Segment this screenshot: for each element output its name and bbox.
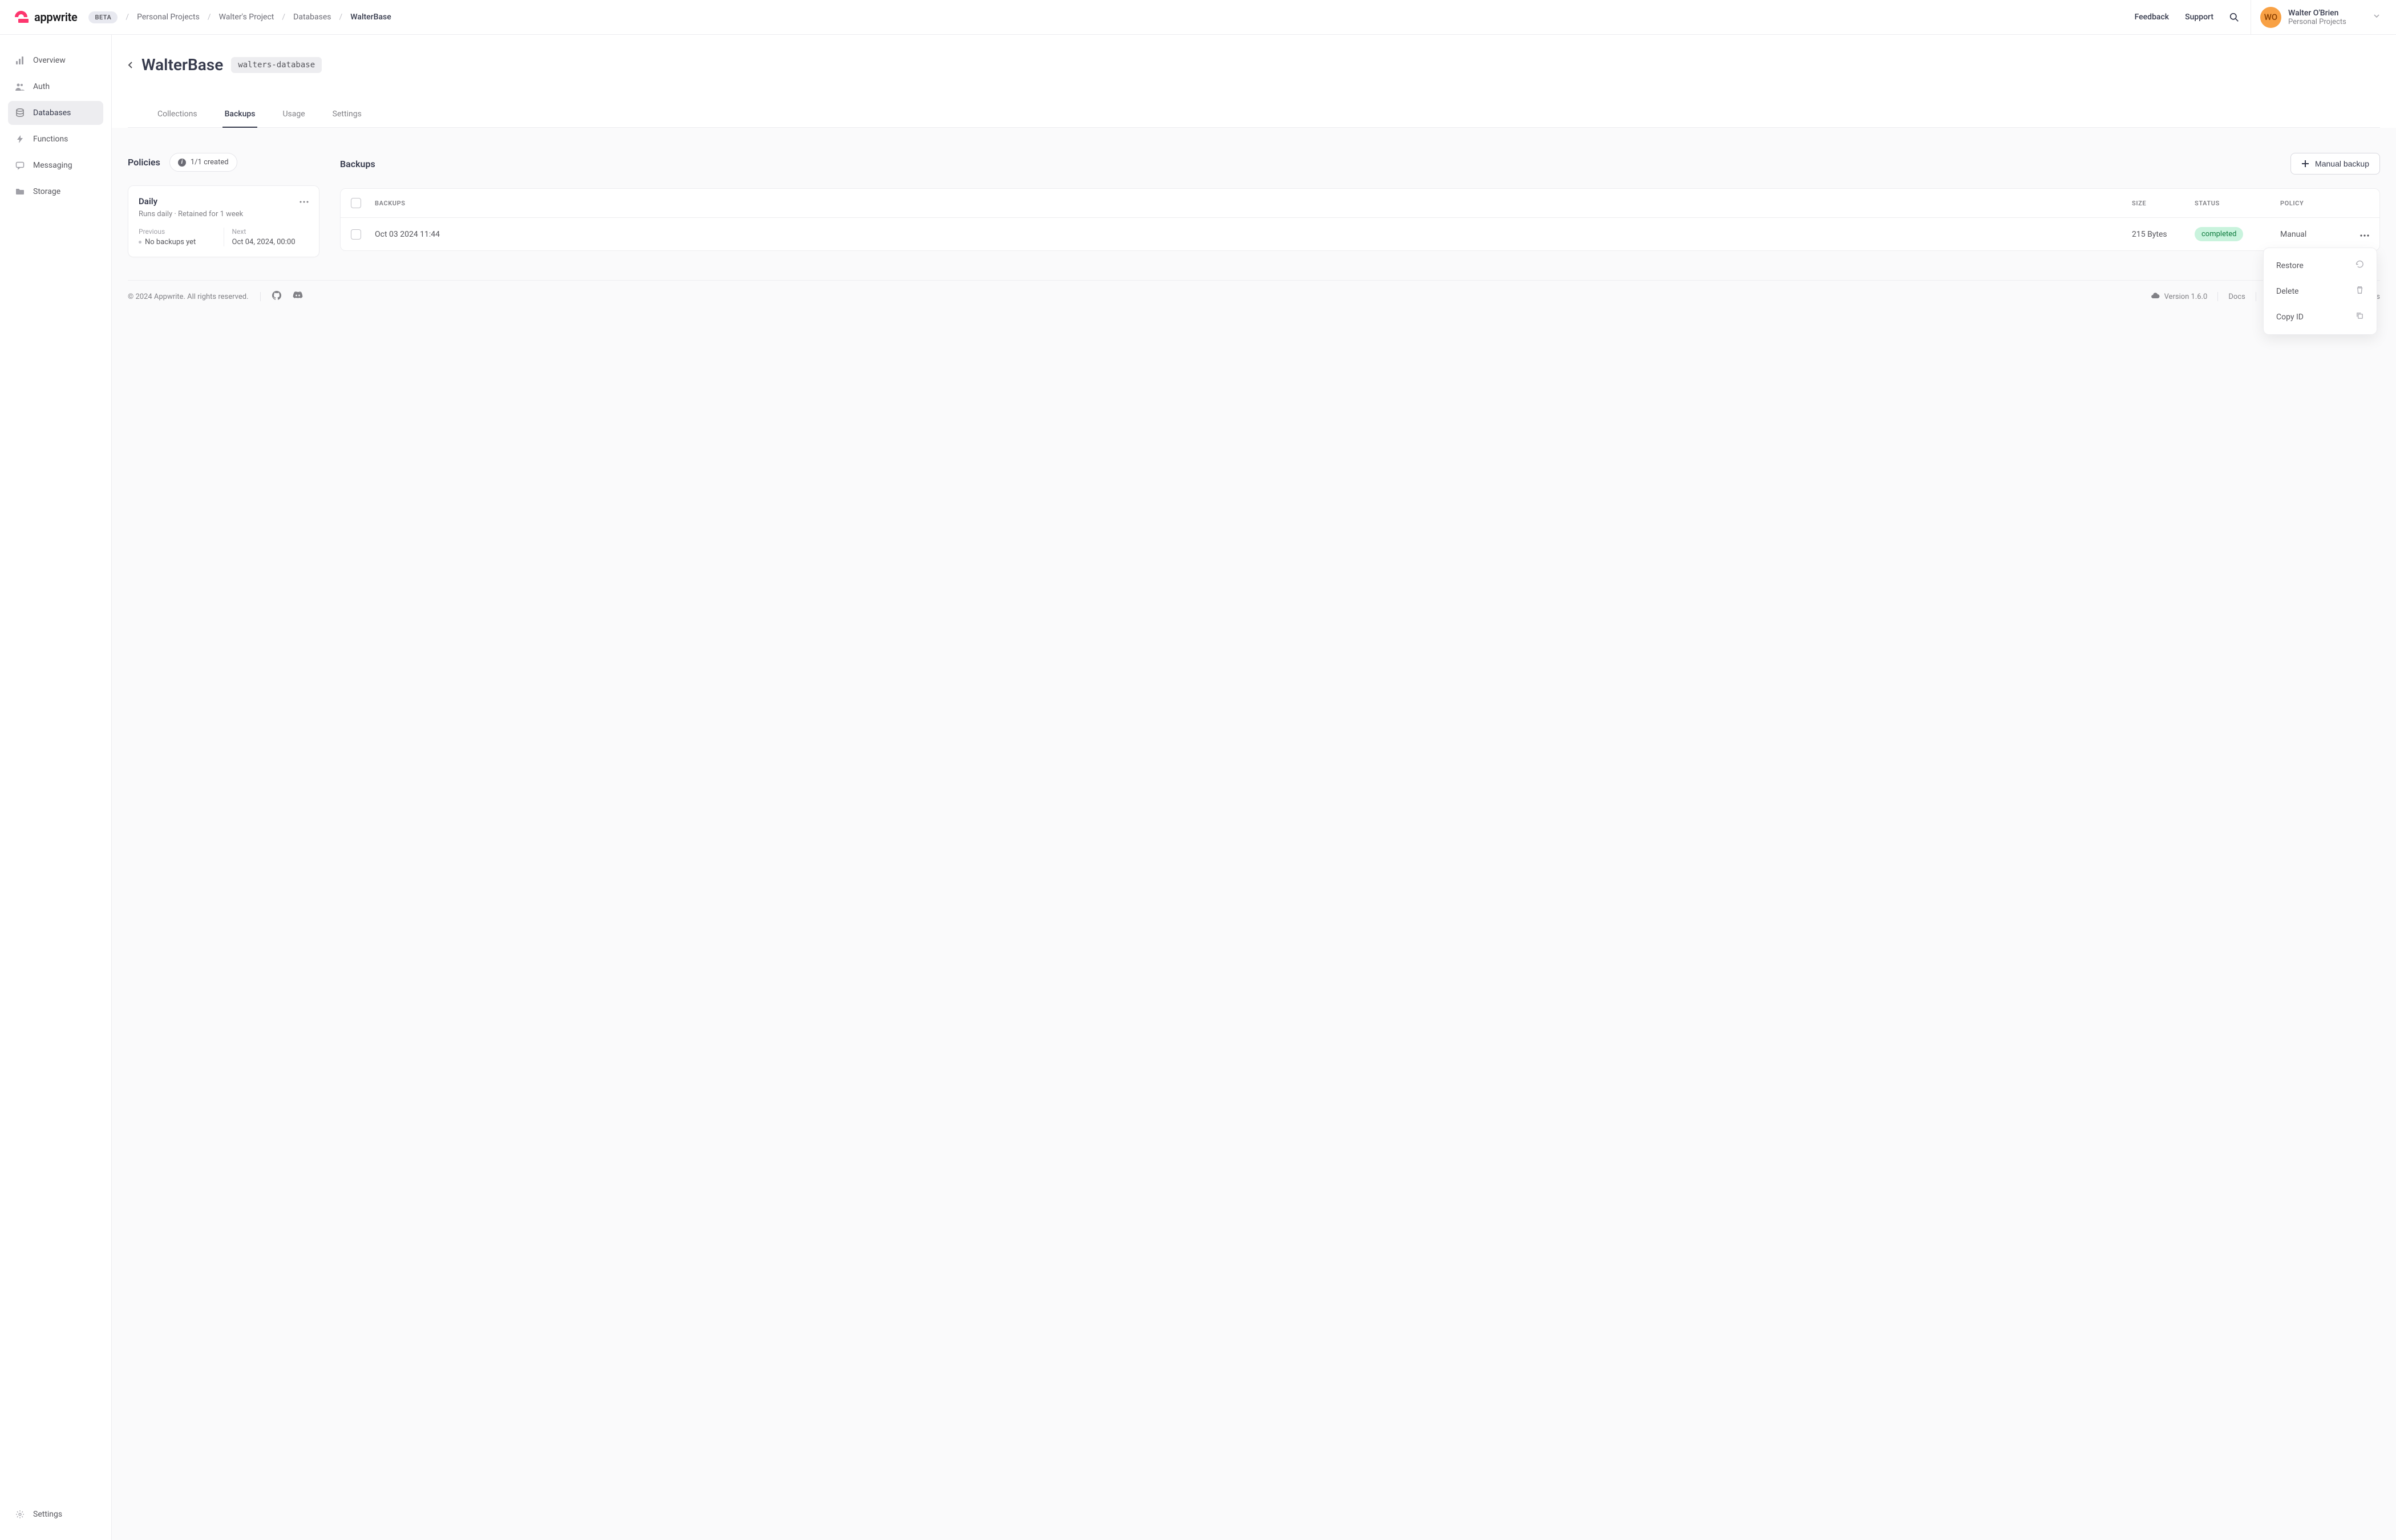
backup-policy: Manual (2280, 230, 2349, 239)
main-content: WalterBase walters-database Collections … (112, 35, 2396, 1540)
status-dot-icon (139, 241, 141, 244)
policy-card: Daily Runs daily · Retained for 1 week P… (128, 185, 319, 257)
backup-date: Oct 03 2024 11:44 (375, 230, 2132, 239)
cloud-icon (2151, 292, 2160, 301)
brand-name: appwrite (34, 10, 77, 24)
backups-title: Backups (340, 159, 375, 169)
feedback-link[interactable]: Feedback (2135, 13, 2169, 22)
size-col-header: SIZE (2132, 200, 2195, 207)
folder-icon (15, 187, 25, 197)
menu-restore-label: Restore (2276, 261, 2304, 270)
logo[interactable]: appwrite (14, 10, 77, 24)
support-link[interactable]: Support (2185, 13, 2213, 22)
user-menu[interactable]: WO Walter O'Brien Personal Projects (2251, 7, 2382, 28)
policy-next-value: Oct 04, 2024, 00:00 (232, 238, 309, 246)
breadcrumb: / Personal Projects / Walter's Project /… (126, 13, 2134, 22)
select-all-checkbox[interactable] (351, 198, 361, 208)
info-icon: i (178, 159, 186, 167)
menu-item-delete[interactable]: Delete (2268, 278, 2372, 304)
menu-delete-label: Delete (2276, 287, 2298, 296)
policies-title: Policies (128, 157, 160, 168)
row-actions-menu: Restore Delete Copy ID (2263, 248, 2377, 335)
policy-col-header: POLICY (2280, 200, 2349, 207)
copyright: © 2024 Appwrite. All rights reserved. (128, 293, 249, 301)
sidebar-item-label: Functions (33, 135, 68, 144)
sidebar-item-label: Storage (33, 187, 60, 196)
database-icon (15, 108, 25, 118)
breadcrumb-org[interactable]: Personal Projects (137, 13, 200, 22)
footer-docs-link[interactable]: Docs (2228, 293, 2245, 301)
github-icon[interactable] (272, 291, 281, 302)
trash-icon (2355, 286, 2364, 297)
breadcrumb-current: WalterBase (350, 13, 391, 22)
policy-prev-value: No backups yet (145, 238, 196, 246)
beta-badge: BETA (88, 11, 118, 23)
row-checkbox[interactable] (351, 229, 361, 240)
user-org: Personal Projects (2288, 18, 2346, 26)
policy-name: Daily (139, 196, 243, 206)
footer: © 2024 Appwrite. All rights reserved. Ve… (128, 280, 2380, 313)
sidebar-item-messaging[interactable]: Messaging (8, 153, 103, 177)
manual-backup-label: Manual backup (2315, 159, 2369, 168)
tab-backups[interactable]: Backups (222, 102, 258, 128)
policy-description: Runs daily · Retained for 1 week (139, 210, 243, 218)
sidebar-item-label: Settings (33, 1510, 62, 1519)
bolt-icon (15, 134, 25, 144)
breadcrumb-separator: / (339, 13, 343, 22)
users-icon (15, 82, 25, 92)
breadcrumb-separator: / (208, 13, 211, 22)
breadcrumb-project[interactable]: Walter's Project (219, 13, 274, 22)
plus-icon (2301, 160, 2309, 168)
back-button[interactable] (128, 61, 133, 69)
menu-item-copy-id[interactable]: Copy ID (2268, 304, 2372, 330)
sidebar-item-storage[interactable]: Storage (8, 180, 103, 204)
sidebar-item-label: Auth (33, 82, 50, 91)
table-row[interactable]: Oct 03 2024 11:44 215 Bytes completed Ma… (341, 218, 2379, 250)
copy-icon (2355, 311, 2364, 322)
sidebar-item-databases[interactable]: Databases (8, 101, 103, 125)
version-label: Version 1.6.0 (2164, 293, 2208, 301)
sidebar-item-settings[interactable]: Settings (8, 1502, 103, 1526)
sidebar: Overview Auth Databases Functions Messag… (0, 35, 112, 1540)
backups-col-header: BACKUPS (375, 200, 2132, 207)
sidebar-item-label: Overview (33, 56, 66, 65)
policies-count-pill: i 1/1 created (169, 153, 237, 172)
sidebar-item-auth[interactable]: Auth (8, 75, 103, 99)
chevron-down-icon (2373, 13, 2380, 22)
breadcrumb-separator: / (126, 13, 129, 22)
tab-settings[interactable]: Settings (330, 102, 364, 128)
user-name: Walter O'Brien (2288, 9, 2346, 18)
chat-icon (15, 160, 25, 171)
backups-table: BACKUPS SIZE STATUS POLICY Oct 03 2024 1… (340, 188, 2380, 251)
policy-more-button[interactable] (300, 196, 309, 205)
tab-usage[interactable]: Usage (280, 102, 307, 128)
avatar: WO (2260, 7, 2281, 28)
status-badge: completed (2195, 227, 2243, 241)
sidebar-item-overview[interactable]: Overview (8, 48, 103, 72)
policy-next-label: Next (232, 228, 309, 236)
appwrite-logo-icon (14, 11, 29, 23)
chart-bar-icon (15, 55, 25, 66)
breadcrumb-databases[interactable]: Databases (293, 13, 331, 22)
top-nav: appwrite BETA / Personal Projects / Walt… (0, 0, 2396, 35)
menu-copy-label: Copy ID (2276, 313, 2304, 322)
policies-count-label: 1/1 created (191, 158, 229, 167)
sidebar-item-label: Messaging (33, 161, 72, 170)
database-id-badge[interactable]: walters-database (231, 57, 322, 73)
discord-icon[interactable] (293, 291, 303, 302)
breadcrumb-separator: / (282, 13, 285, 22)
restore-icon (2355, 260, 2364, 271)
backup-size: 215 Bytes (2132, 230, 2195, 239)
gear-icon (15, 1509, 25, 1519)
tab-collections[interactable]: Collections (155, 102, 200, 128)
menu-item-restore[interactable]: Restore (2268, 253, 2372, 278)
search-icon[interactable] (2229, 13, 2239, 22)
manual-backup-button[interactable]: Manual backup (2290, 153, 2380, 175)
policy-prev-label: Previous (139, 228, 216, 236)
sidebar-item-functions[interactable]: Functions (8, 127, 103, 151)
sidebar-item-label: Databases (33, 108, 71, 117)
row-more-button[interactable] (2360, 230, 2369, 239)
page-title: WalterBase (141, 55, 223, 74)
status-col-header: STATUS (2195, 200, 2280, 207)
